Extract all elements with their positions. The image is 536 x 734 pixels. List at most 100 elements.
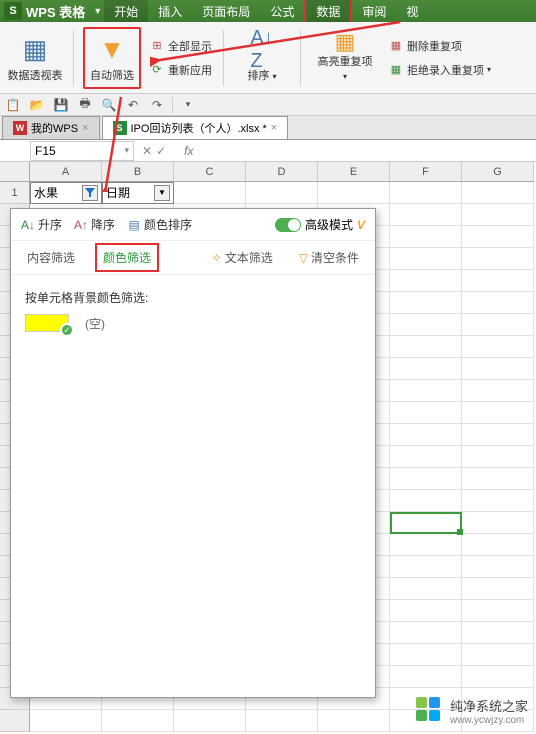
cell-f1[interactable]	[390, 182, 462, 204]
cell-c1[interactable]	[174, 182, 246, 204]
cell[interactable]	[462, 204, 534, 226]
redo-icon[interactable]: ↷	[148, 96, 166, 114]
filter-dropdown-a1[interactable]	[82, 185, 98, 201]
cell[interactable]	[390, 446, 462, 468]
sort-asc-button[interactable]: A↓升序	[21, 216, 62, 233]
cell[interactable]	[174, 710, 246, 732]
cell[interactable]	[390, 226, 462, 248]
cell[interactable]	[390, 600, 462, 622]
name-box[interactable]: F15 ▾	[30, 141, 134, 161]
cancel-icon[interactable]: ✕	[142, 144, 152, 158]
cell[interactable]	[462, 534, 534, 556]
color-swatch-yellow[interactable]: ✓	[25, 314, 69, 332]
color-sort-button[interactable]: ▤颜色排序	[127, 216, 192, 233]
save-icon[interactable]: 💾	[52, 96, 70, 114]
menu-tab-start[interactable]: 开始	[104, 0, 148, 23]
cell[interactable]	[462, 402, 534, 424]
cell[interactable]	[390, 666, 462, 688]
tab-content-filter[interactable]: 内容筛选	[21, 245, 81, 270]
clear-conditions-button[interactable]: ▽清空条件	[293, 245, 365, 270]
cell-e1[interactable]	[318, 182, 390, 204]
cell[interactable]	[30, 710, 102, 732]
cell[interactable]	[390, 270, 462, 292]
cell[interactable]	[390, 424, 462, 446]
cell[interactable]	[102, 710, 174, 732]
highlight-dup-button[interactable]: ▦ 高亮重复项▾	[310, 27, 380, 89]
menu-tab-data[interactable]: 数据	[304, 0, 352, 25]
cell[interactable]	[390, 512, 462, 534]
cell[interactable]	[462, 666, 534, 688]
cell[interactable]	[462, 600, 534, 622]
filter-dropdown-b1[interactable]: ▼	[154, 185, 170, 201]
tab-text-filter[interactable]: ✧文本筛选	[206, 245, 279, 270]
cell[interactable]	[390, 402, 462, 424]
sort-button[interactable]: A↓Z 排序 ▾	[233, 27, 291, 89]
paste-icon[interactable]: 📋	[4, 96, 22, 114]
cell[interactable]	[318, 710, 390, 732]
doctab-mywps[interactable]: W 我的WPS ×	[2, 116, 100, 139]
pivot-table-button[interactable]: ▦ 数据透视表	[6, 27, 64, 89]
show-all-button[interactable]: ⊞全部显示	[147, 36, 214, 56]
col-header-c[interactable]: C	[174, 162, 246, 182]
col-header-b[interactable]: B	[102, 162, 174, 182]
chevron-down-icon[interactable]: ▾	[124, 145, 129, 156]
cell-d1[interactable]	[246, 182, 318, 204]
cell[interactable]	[390, 336, 462, 358]
col-header-d[interactable]: D	[246, 162, 318, 182]
del-dup-button[interactable]: ▦删除重复项	[386, 36, 493, 56]
confirm-icon[interactable]: ✓	[156, 144, 166, 158]
menu-tab-view[interactable]: 视	[396, 0, 428, 23]
cell[interactable]	[462, 644, 534, 666]
reject-dup-button[interactable]: ▦拒绝录入重复项 ▾	[386, 60, 493, 80]
tab-color-filter[interactable]: 颜色筛选	[95, 243, 159, 272]
cell[interactable]	[246, 710, 318, 732]
row-header[interactable]	[0, 710, 30, 732]
doctab-ipo[interactable]: S IPO回访列表（个人）.xlsx * ×	[102, 116, 289, 139]
undo-icon[interactable]: ↶	[124, 96, 142, 114]
print-icon[interactable]: 🖶	[76, 96, 94, 114]
col-header-e[interactable]: E	[318, 162, 390, 182]
advanced-mode-toggle[interactable]: 高级模式 V	[275, 216, 365, 233]
cell[interactable]	[462, 622, 534, 644]
cell[interactable]	[390, 468, 462, 490]
menu-tab-review[interactable]: 审阅	[352, 0, 396, 23]
cell[interactable]	[390, 578, 462, 600]
fx-icon[interactable]: fx	[184, 144, 193, 158]
reapply-button[interactable]: ⟳重新应用	[147, 60, 214, 80]
cell[interactable]	[462, 490, 534, 512]
cell[interactable]	[462, 556, 534, 578]
col-header-a[interactable]: A	[30, 162, 102, 182]
cell[interactable]	[390, 314, 462, 336]
cell[interactable]	[462, 358, 534, 380]
cell[interactable]	[390, 556, 462, 578]
cell[interactable]	[462, 270, 534, 292]
empty-color-label[interactable]: (空)	[85, 315, 105, 332]
cell[interactable]	[462, 512, 534, 534]
cell-b1[interactable]: 日期 ▼	[102, 182, 174, 204]
auto-filter-button[interactable]: ▼ 自动筛选	[83, 27, 141, 89]
menu-tab-insert[interactable]: 插入	[148, 0, 192, 23]
menu-tab-formula[interactable]: 公式	[260, 0, 304, 23]
cell-a1[interactable]: 水果	[30, 182, 102, 204]
col-header-f[interactable]: F	[390, 162, 462, 182]
cell[interactable]	[390, 622, 462, 644]
qat-dropdown-icon[interactable]: ▾	[179, 96, 197, 114]
cell[interactable]	[390, 380, 462, 402]
cell[interactable]	[462, 226, 534, 248]
cell[interactable]	[462, 446, 534, 468]
cell-g1[interactable]	[462, 182, 534, 204]
cell[interactable]	[390, 248, 462, 270]
cell[interactable]	[462, 292, 534, 314]
cell[interactable]	[390, 204, 462, 226]
cell[interactable]	[462, 424, 534, 446]
cell[interactable]	[462, 248, 534, 270]
open-icon[interactable]: 📂	[28, 96, 46, 114]
cell[interactable]	[390, 358, 462, 380]
close-icon[interactable]: ×	[271, 122, 277, 134]
cell[interactable]	[462, 336, 534, 358]
menu-tab-layout[interactable]: 页面布局	[192, 0, 260, 23]
cell[interactable]	[390, 534, 462, 556]
close-icon[interactable]: ×	[82, 122, 88, 134]
row-header-1[interactable]: 1	[0, 182, 30, 204]
cell[interactable]	[390, 490, 462, 512]
